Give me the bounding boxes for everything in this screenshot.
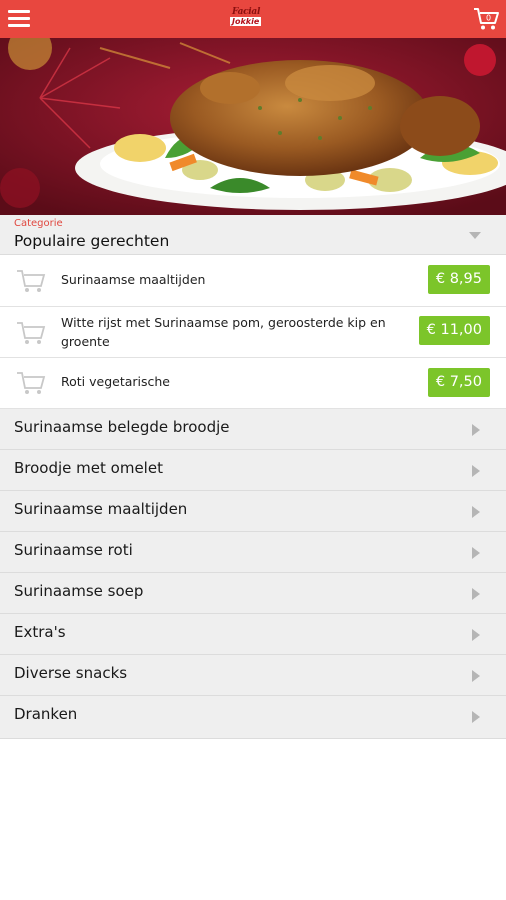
roast-chicken-image	[0, 38, 506, 215]
cart-icon: 0	[474, 8, 499, 30]
chevron-right-icon	[472, 547, 480, 559]
chevron-right-icon	[472, 629, 480, 641]
add-to-cart-icon[interactable]	[15, 320, 47, 346]
menu-item[interactable]: Witte rijst met Surinaamse pom, gerooste…	[0, 307, 506, 358]
add-to-cart-icon[interactable]	[15, 268, 47, 294]
category-label: Surinaamse roti	[14, 541, 133, 559]
item-price-button[interactable]: € 8,95	[427, 265, 490, 294]
category-row[interactable]: Surinaamse soep	[0, 573, 506, 614]
hero-banner-image	[0, 38, 506, 215]
category-row[interactable]: Dranken	[0, 696, 506, 739]
app-header: Facial Jokkie 0	[0, 0, 506, 38]
chevron-right-icon	[472, 506, 480, 518]
menu-item[interactable]: Roti vegetarische € 7,50	[0, 358, 506, 409]
chevron-right-icon	[472, 424, 480, 436]
category-row[interactable]: Surinaamse belegde broodje	[0, 409, 506, 450]
item-price-button[interactable]: € 11,00	[418, 316, 490, 345]
add-to-cart-icon[interactable]	[15, 370, 47, 396]
logo-text-bottom: Jokkie	[230, 17, 262, 26]
cart-button[interactable]: 0	[472, 6, 500, 32]
category-row[interactable]: Extra's	[0, 614, 506, 655]
category-row[interactable]: Surinaamse roti	[0, 532, 506, 573]
chevron-right-icon	[472, 465, 480, 477]
category-caption: Categorie	[14, 218, 63, 229]
category-label: Surinaamse belegde broodje	[14, 418, 230, 436]
item-price-button[interactable]: € 7,50	[427, 368, 490, 397]
category-label: Dranken	[14, 705, 78, 723]
item-name: Roti vegetarische	[61, 374, 171, 389]
category-title: Populaire gerechten	[14, 232, 170, 250]
category-label: Diverse snacks	[14, 664, 128, 682]
menu-item[interactable]: Surinaamse maaltijden € 8,95	[0, 255, 506, 307]
category-label: Surinaamse soep	[14, 582, 144, 600]
brand-logo[interactable]: Facial Jokkie	[226, 5, 276, 33]
cart-count: 0	[486, 14, 491, 23]
chevron-right-icon	[472, 670, 480, 682]
category-header-popular[interactable]: Categorie Populaire gerechten	[0, 215, 506, 255]
item-name: Witte rijst met Surinaamse pom, gerooste…	[61, 315, 386, 349]
logo-text-top: Facial	[232, 7, 261, 17]
category-row[interactable]: Diverse snacks	[0, 655, 506, 696]
hamburger-icon[interactable]	[8, 8, 30, 30]
chevron-right-icon	[472, 588, 480, 600]
category-row[interactable]: Broodje met omelet	[0, 450, 506, 491]
category-label: Extra's	[14, 623, 66, 641]
chevron-right-icon	[472, 711, 480, 723]
item-name: Surinaamse maaltijden	[61, 272, 206, 287]
category-row[interactable]: Surinaamse maaltijden	[0, 491, 506, 532]
chevron-down-icon	[469, 232, 481, 239]
category-label: Broodje met omelet	[14, 459, 163, 477]
category-label: Surinaamse maaltijden	[14, 500, 188, 518]
